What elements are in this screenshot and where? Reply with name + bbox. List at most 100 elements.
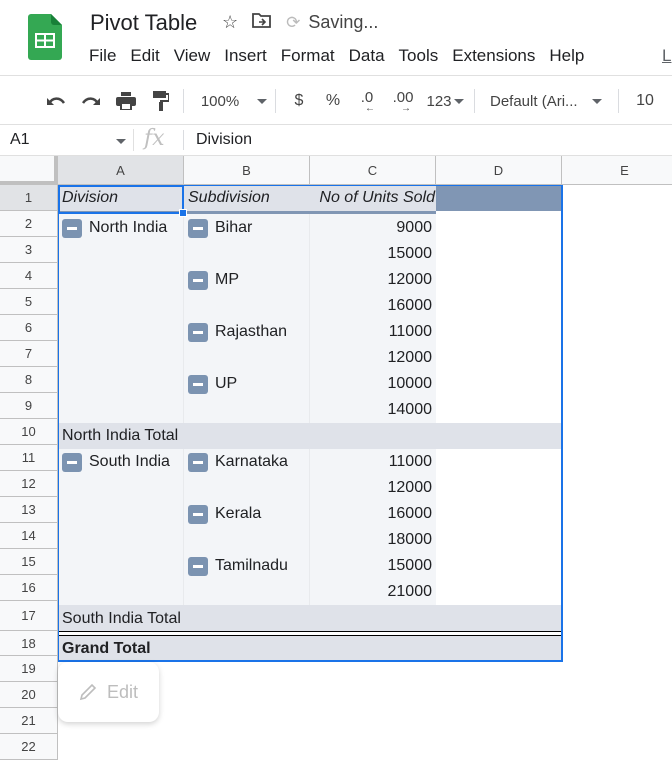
undo-button[interactable]	[42, 77, 70, 125]
chevron-down-icon[interactable]	[116, 139, 126, 144]
row-header-8[interactable]: 8	[0, 367, 58, 393]
value-cell[interactable]: 14000	[310, 397, 436, 423]
collapse-icon[interactable]	[188, 452, 208, 472]
value-cell[interactable]: 15000	[310, 553, 436, 579]
row-header-22[interactable]: 22	[0, 734, 58, 760]
row-header-14[interactable]: 14	[0, 523, 58, 549]
row-header-9[interactable]: 9	[0, 393, 58, 419]
subdivision-cell[interactable]: Karnataka	[184, 449, 310, 475]
division-cell[interactable]: North India	[58, 215, 184, 241]
name-box[interactable]: A1	[10, 131, 30, 149]
row-header-7[interactable]: 7	[0, 341, 58, 367]
redo-button[interactable]	[77, 77, 105, 125]
value-cell[interactable]: 15000	[310, 241, 436, 267]
menu-insert[interactable]: Insert	[217, 46, 274, 66]
value-cell[interactable]: 16000	[310, 293, 436, 319]
row-header-13[interactable]: 13	[0, 497, 58, 523]
menu-help[interactable]: Help	[542, 46, 591, 66]
collapse-icon[interactable]	[188, 270, 208, 290]
row-header-10[interactable]: 10	[0, 419, 58, 445]
value-cell[interactable]: 21000	[310, 579, 436, 605]
collapse-icon[interactable]	[188, 322, 208, 342]
row-header-19[interactable]: 19	[0, 656, 58, 682]
row-header-5[interactable]: 5	[0, 289, 58, 315]
last-edit-link[interactable]: L	[662, 46, 671, 66]
value-cell[interactable]: 11000	[310, 319, 436, 345]
menu-extensions[interactable]: Extensions	[445, 46, 542, 66]
collapse-icon[interactable]	[188, 374, 208, 394]
row-header-11[interactable]: 11	[0, 445, 58, 471]
value-cell[interactable]: 9000	[310, 215, 436, 241]
row-header-12[interactable]: 12	[0, 471, 58, 497]
row-header-17[interactable]: 17	[0, 601, 58, 631]
menu-edit[interactable]: Edit	[123, 46, 166, 66]
row-header-4[interactable]: 4	[0, 263, 58, 289]
subdivision-cell[interactable]: Kerala	[184, 501, 310, 527]
grand-total-row[interactable]: Grand Total	[58, 636, 562, 661]
menu-tools[interactable]: Tools	[392, 46, 446, 66]
row-header-3[interactable]: 3	[0, 237, 58, 263]
subdivision-cell[interactable]: Bihar	[184, 215, 310, 241]
font-family-select[interactable]: Default (Ari...	[490, 77, 610, 125]
row-header-20[interactable]: 20	[0, 682, 58, 708]
collapse-icon[interactable]	[188, 504, 208, 524]
formula-input[interactable]: Division	[196, 131, 252, 149]
menu-view[interactable]: View	[167, 46, 218, 66]
collapse-icon[interactable]	[62, 218, 82, 238]
sheets-logo-icon[interactable]	[28, 14, 62, 60]
number-format-select[interactable]: 123	[424, 77, 466, 125]
value-cell[interactable]: 16000	[310, 501, 436, 527]
value-cell[interactable]: 12000	[310, 267, 436, 293]
value-cell[interactable]: 12000	[310, 345, 436, 371]
edit-button[interactable]: Edit	[58, 662, 159, 722]
menu-bar: File Edit View Insert Format Data Tools …	[89, 46, 591, 66]
pivot-header-division[interactable]: Division	[58, 185, 184, 211]
column-header-b[interactable]: B	[184, 156, 310, 185]
star-icon[interactable]: ☆	[222, 12, 238, 33]
move-folder-icon[interactable]	[252, 12, 272, 33]
percent-format-button[interactable]: %	[322, 77, 344, 125]
print-button[interactable]	[112, 77, 140, 125]
font-size-input[interactable]: 10	[630, 77, 660, 125]
currency-format-button[interactable]: $	[288, 77, 310, 125]
value-cell[interactable]: 10000	[310, 371, 436, 397]
collapse-icon[interactable]	[62, 452, 82, 472]
column-header-c[interactable]: C	[310, 156, 436, 185]
subdivision-cell[interactable]: UP	[184, 371, 310, 397]
row-header-18[interactable]: 18	[0, 631, 58, 656]
pivot-header-empty[interactable]	[436, 185, 562, 211]
grand-total-label: Grand Total	[62, 639, 151, 657]
row-header-2[interactable]: 2	[0, 211, 58, 237]
zoom-select[interactable]: 100%	[195, 77, 273, 125]
column-header-a[interactable]: A	[58, 156, 184, 185]
menu-file[interactable]: File	[89, 46, 123, 66]
collapse-icon[interactable]	[188, 218, 208, 238]
value-cell[interactable]: 11000	[310, 449, 436, 475]
collapse-icon[interactable]	[188, 556, 208, 576]
subtotal-row[interactable]: South India Total	[58, 605, 562, 632]
document-title[interactable]: Pivot Table	[90, 10, 197, 36]
row-header-16[interactable]: 16	[0, 575, 58, 601]
column-header-e[interactable]: E	[562, 156, 672, 185]
division-cell[interactable]: South India	[58, 449, 184, 475]
menu-data[interactable]: Data	[342, 46, 392, 66]
subdivision-cell[interactable]: MP	[184, 267, 310, 293]
row-header-15[interactable]: 15	[0, 549, 58, 575]
value-cell[interactable]: 18000	[310, 527, 436, 553]
column-header-d[interactable]: D	[436, 156, 562, 185]
row-header-1[interactable]: 1	[0, 185, 58, 211]
subtotal-row[interactable]: North India Total	[58, 423, 562, 449]
value-cell[interactable]: 12000	[310, 475, 436, 501]
paint-format-button[interactable]	[147, 77, 175, 125]
select-all-corner[interactable]	[0, 156, 58, 185]
subdivision-cell[interactable]: Tamilnadu	[184, 553, 310, 579]
pivot-header-subdivision[interactable]: Subdivision	[184, 185, 310, 211]
increase-decimal-button[interactable]: .00 →	[388, 77, 418, 125]
menu-format[interactable]: Format	[274, 46, 342, 66]
fill-handle[interactable]	[179, 209, 187, 217]
row-header-6[interactable]: 6	[0, 315, 58, 341]
pivot-header-units[interactable]: No of Units Sold	[310, 185, 436, 211]
decrease-decimal-button[interactable]: .0 ←	[352, 77, 382, 125]
subdivision-cell[interactable]: Rajasthan	[184, 319, 310, 345]
row-header-21[interactable]: 21	[0, 708, 58, 734]
